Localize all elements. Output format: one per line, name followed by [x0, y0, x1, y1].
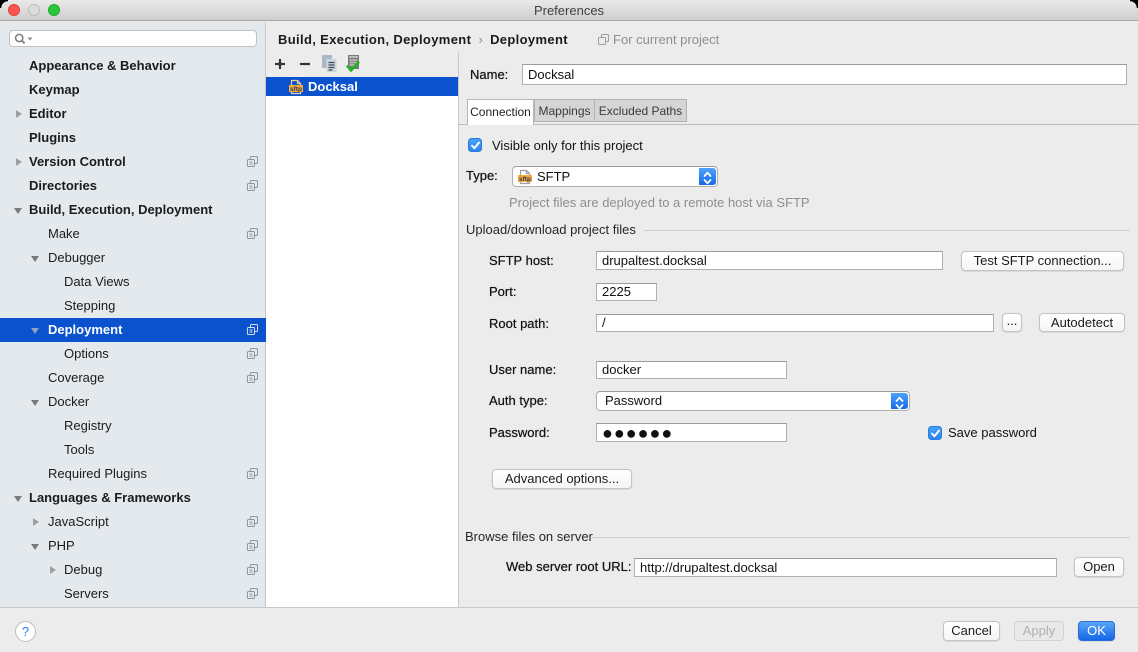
svg-text:sftp: sftp: [290, 86, 302, 93]
svg-text:sftp: sftp: [519, 176, 531, 183]
